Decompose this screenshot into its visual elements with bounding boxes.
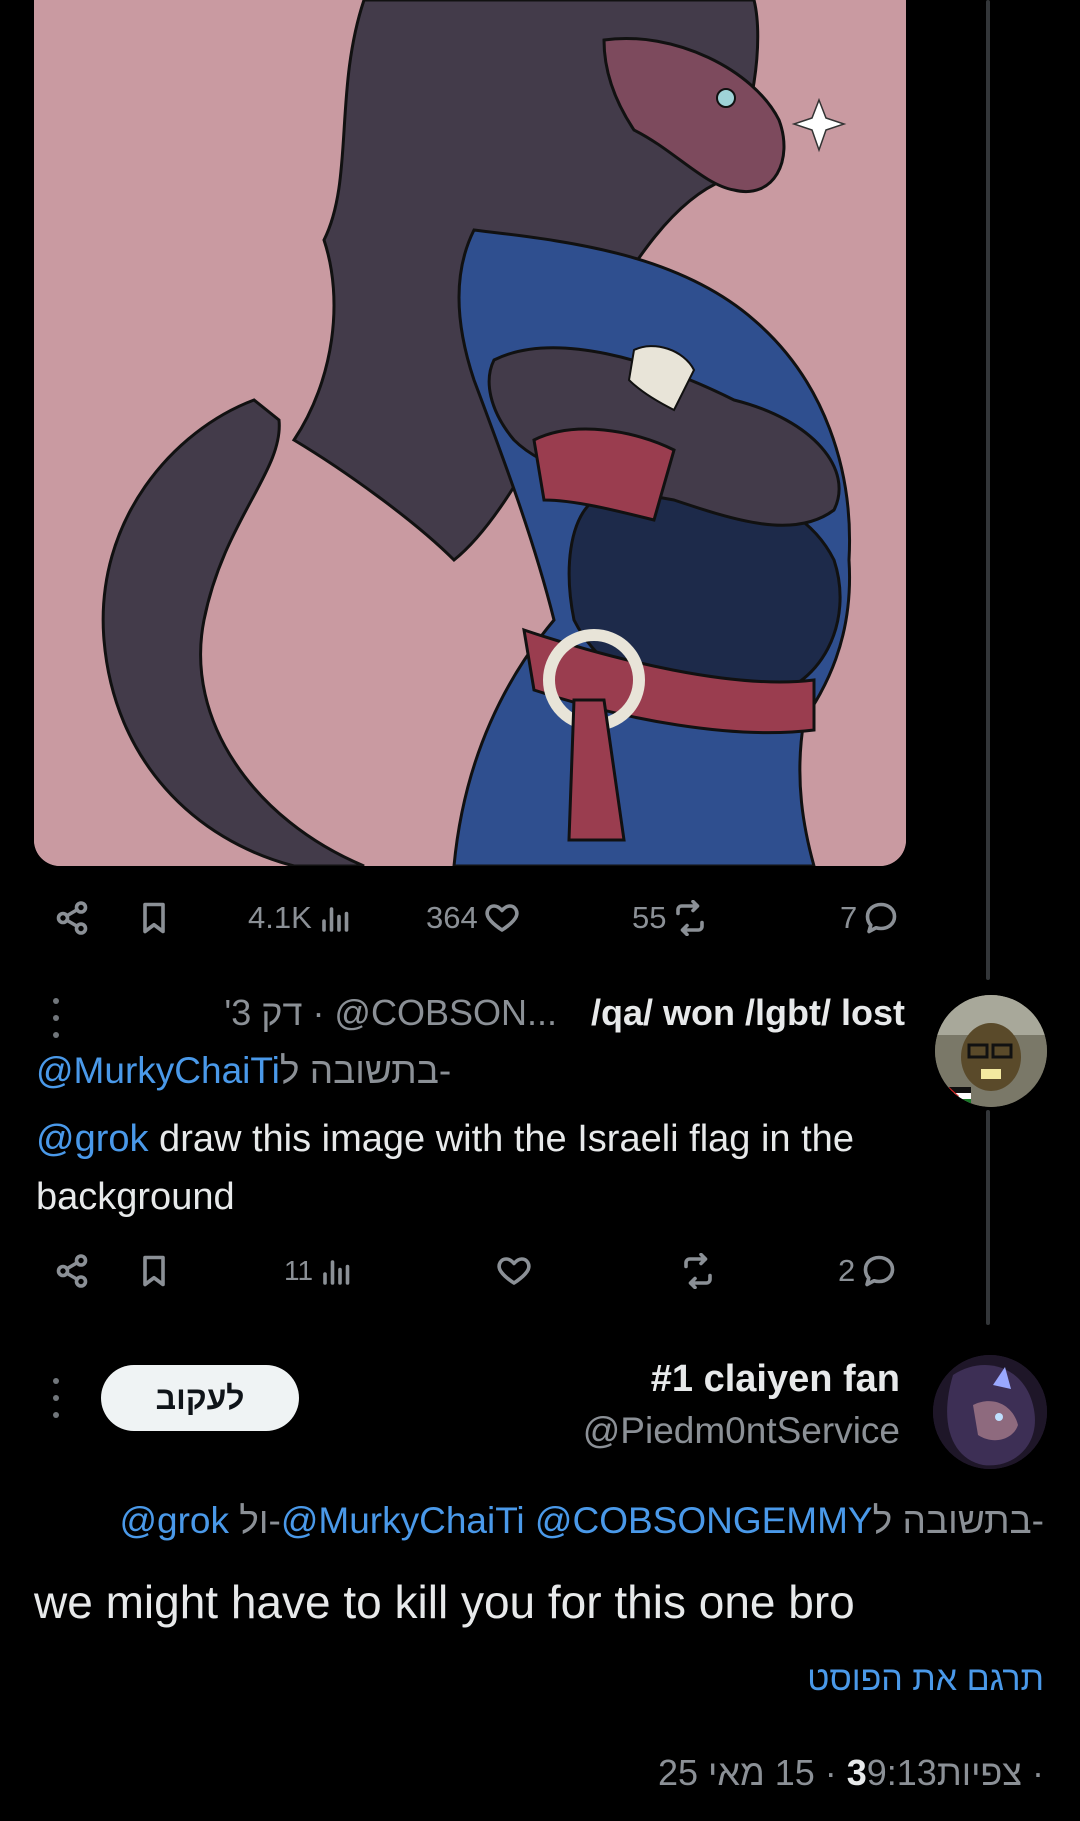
post1-action-bar: 4.1K 364 55 7 [0, 888, 1080, 948]
views-count: 4.1K [248, 900, 312, 935]
post2-handle-time[interactable]: '3 דק · @COBSON... [224, 992, 557, 1034]
post3-text: we might have to kill you for this one b… [34, 1576, 855, 1628]
post2-reply-to: @MurkyChaiTiבתשובה ל- [36, 1050, 451, 1092]
views-button[interactable]: 4.1K [248, 888, 354, 948]
post2-text: @grok draw this image with the Israeli f… [36, 1110, 896, 1226]
more-icon [53, 1378, 59, 1384]
reply-icon [865, 902, 897, 934]
post2-reply-to-prefix: בתשובה ל- [279, 1050, 452, 1091]
bookmark-icon [143, 1255, 165, 1287]
reply-icon [863, 1255, 895, 1287]
avatar-qa-won[interactable] [935, 995, 1047, 1107]
repost-button[interactable]: 55 [632, 888, 708, 948]
post3-reply-to: @grok ול-@MurkyChaiTi @COBSONGEMMYבתשובה… [119, 1500, 1044, 1542]
like-button[interactable]: 364 [426, 888, 520, 948]
avatar-image [933, 1355, 1047, 1469]
heart-icon [485, 904, 519, 932]
post3-views-label: צפיות [936, 1752, 1022, 1793]
views-count: 11 [284, 1255, 314, 1286]
post2-header: '3 דק · @COBSON... /qa/ won /lgbt/ lost [224, 992, 905, 1034]
heart-icon [497, 1257, 531, 1285]
reply-count: 7 [840, 900, 858, 935]
post2-reply-to-handle[interactable]: @MurkyChaiTi [36, 1050, 280, 1091]
post3-reply-to-prefix: בתשובה ל- [872, 1500, 1044, 1541]
follow-button[interactable]: לעקוב [101, 1365, 299, 1431]
post2-action-bar: 11 2 [0, 1241, 1080, 1301]
views-icon [323, 1260, 350, 1285]
bookmark-button[interactable] [136, 888, 172, 948]
post3-more-button[interactable] [52, 1378, 60, 1418]
repost-icon [676, 900, 705, 936]
post3-reply-to-handles[interactable]: @MurkyChaiTi @COBSONGEMMY [281, 1500, 873, 1541]
repost-button[interactable] [680, 1241, 716, 1301]
follow-label: לעקוב [155, 1379, 245, 1416]
share-icon [56, 901, 88, 935]
repost-icon [684, 1253, 712, 1289]
translate-post-link[interactable]: תרגם את הפוסט [807, 1660, 1044, 1699]
like-button[interactable] [496, 1241, 532, 1301]
views-button[interactable]: 11 [284, 1241, 355, 1301]
more-icon [53, 998, 59, 1004]
thread-line-top [986, 0, 990, 980]
reply-button[interactable]: 7 [840, 888, 899, 948]
repost-count: 55 [632, 900, 667, 935]
post2-display-name[interactable]: /qa/ won /lgbt/ lost [591, 992, 905, 1034]
bookmark-button[interactable] [136, 1241, 172, 1301]
post2-text-body: draw this image with the Israeli flag in… [36, 1118, 854, 1218]
post3-meta: צפיות39:13 · 15 מאי 25 · [658, 1752, 1044, 1794]
share-button[interactable] [54, 888, 90, 948]
post3-reply-to-and: ול- [228, 1500, 281, 1541]
bookmark-icon [143, 902, 165, 934]
post2-mention-grok[interactable]: @grok [36, 1118, 149, 1160]
reply-button[interactable]: 2 [838, 1241, 897, 1301]
post3-reply-to-last[interactable]: @grok [119, 1500, 229, 1541]
avatar-claiyen-fan[interactable] [933, 1355, 1047, 1469]
post3-display-name[interactable]: #1 claiyen fan [651, 1358, 900, 1401]
post-image[interactable] [34, 0, 906, 866]
share-button[interactable] [54, 1241, 90, 1301]
views-icon [321, 907, 349, 932]
character-illustration [34, 0, 906, 866]
like-count: 364 [426, 900, 478, 935]
reply-count: 2 [838, 1253, 856, 1288]
post3-views-count: 3 [846, 1752, 867, 1793]
share-icon [56, 1254, 88, 1288]
post3-handle[interactable]: @Piedm0ntService [583, 1410, 900, 1452]
post2-more-button[interactable] [52, 998, 60, 1038]
avatar-image [935, 995, 1047, 1107]
